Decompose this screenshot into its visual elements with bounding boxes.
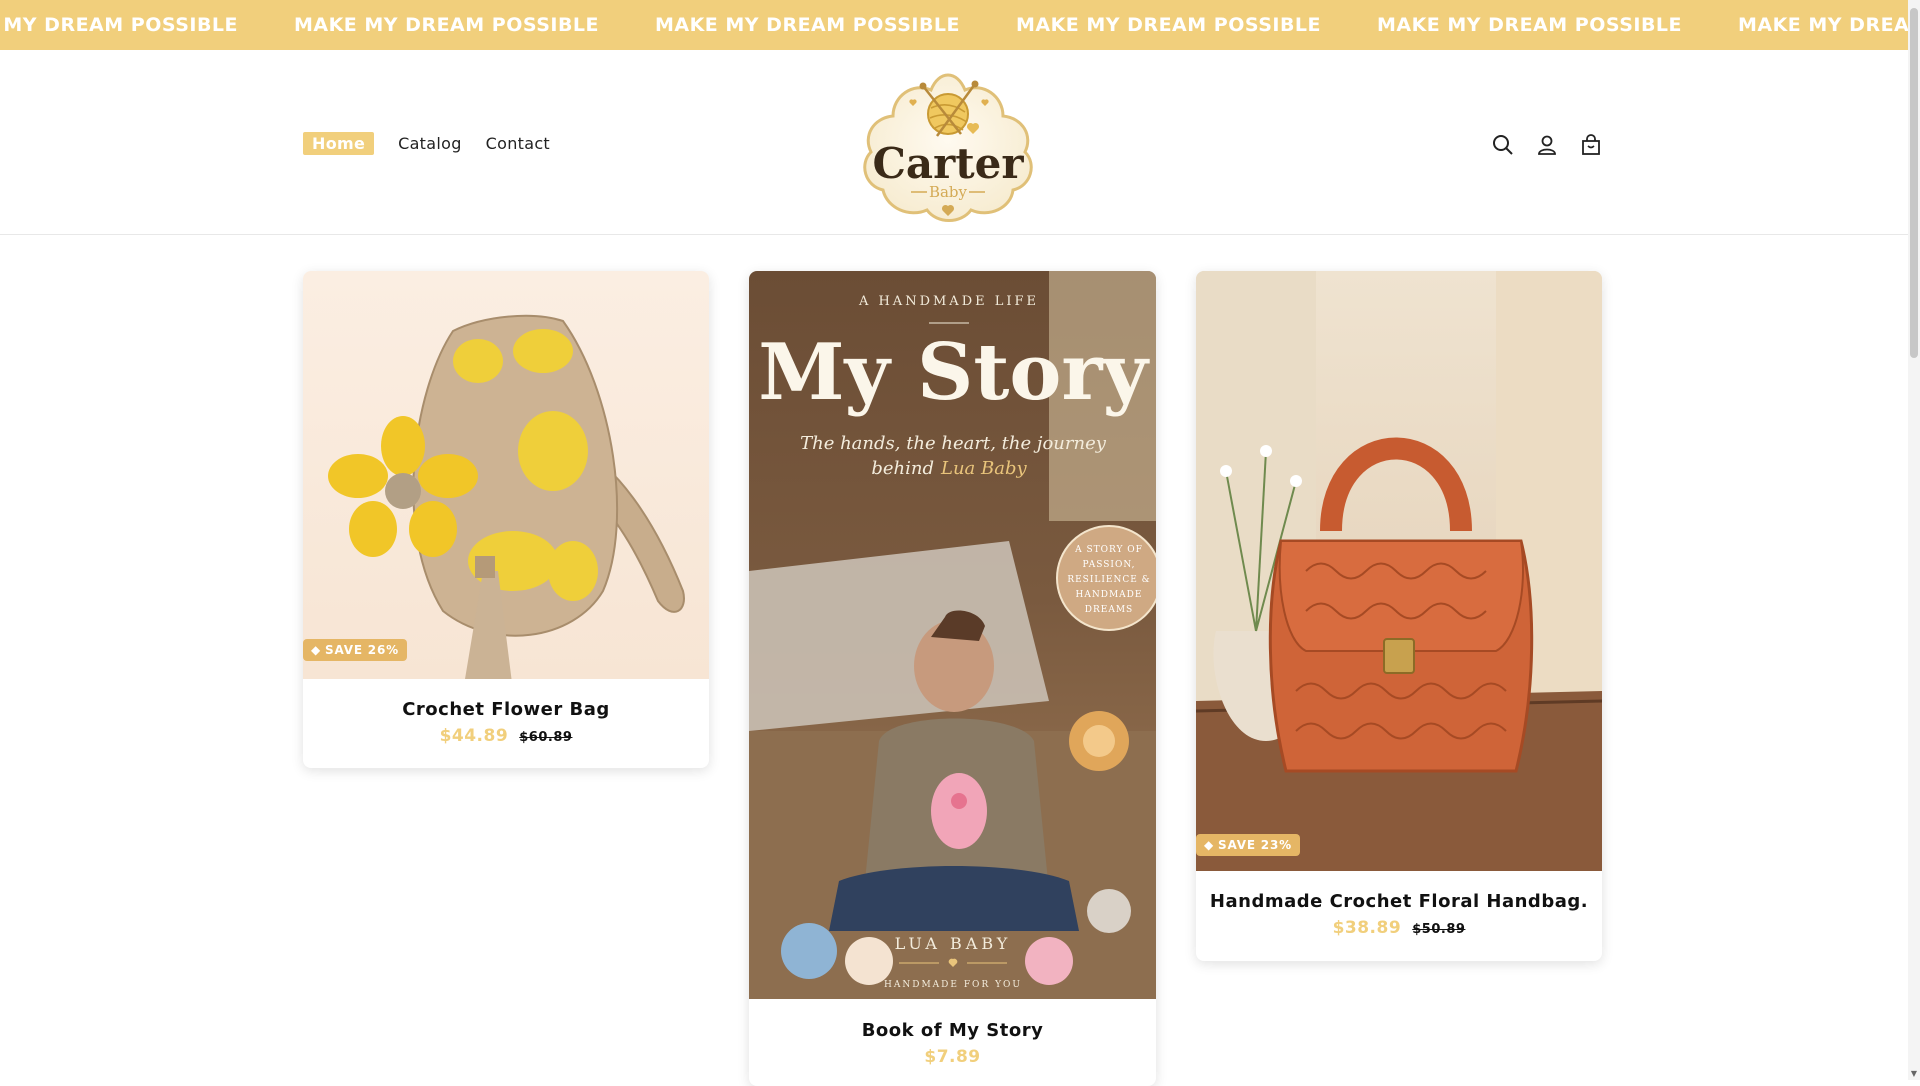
scrollbar-thumb[interactable] [1910, 8, 1918, 358]
nav-catalog[interactable]: Catalog [398, 134, 462, 153]
product-info: Handmade Crochet Floral Handbag. $38.89 … [1196, 891, 1602, 938]
product-image[interactable] [1196, 271, 1602, 871]
svg-text:HANDMADE: HANDMADE [1076, 590, 1143, 600]
site-header: Home Catalog Contact Carter Baby [0, 50, 1908, 235]
book-subtitle-name: Lua Baby [940, 458, 1027, 479]
product-card[interactable]: A HANDMADE LIFE My Story The hands, the … [749, 271, 1156, 1086]
account-icon[interactable] [1534, 132, 1560, 158]
svg-text:RESILIENCE &: RESILIENCE & [1067, 575, 1150, 585]
product-image[interactable] [303, 271, 709, 679]
badge-label: SAVE 23% [1218, 838, 1292, 852]
book-overline: A HANDMADE LIFE [858, 294, 1039, 309]
cart-icon[interactable] [1578, 132, 1604, 158]
sale-price: $7.89 [924, 1047, 981, 1067]
scroll-down-icon[interactable]: ▼ [1910, 1070, 1918, 1078]
product-title[interactable]: Handmade Crochet Floral Handbag. [1196, 891, 1602, 912]
product-info: Crochet Flower Bag $44.89 $60.89 [303, 699, 709, 746]
compare-price: $60.89 [519, 730, 573, 745]
nav-home[interactable]: Home [303, 132, 375, 155]
product-info: Book of My Story $7.89 [749, 1020, 1156, 1067]
book-author: LUA BABY [895, 934, 1012, 953]
announcement-text: MAKE MY DREAM POSSIBLE [1376, 14, 1683, 36]
logo-text: Carter [872, 139, 1024, 188]
search-icon[interactable] [1490, 132, 1516, 158]
announcement-text: MAKE MY DREAM POSSIBLE [0, 14, 239, 36]
product-card[interactable]: ◆ SAVE 26% Crochet Flower Bag $44.89 $60… [303, 271, 709, 768]
sale-price: $38.89 [1332, 918, 1402, 938]
book-title: My Story [758, 327, 1150, 418]
svg-text:PASSION,: PASSION, [1083, 560, 1136, 570]
sale-price: $44.89 [439, 726, 509, 746]
price-row: $7.89 [749, 1047, 1156, 1067]
product-image[interactable]: A HANDMADE LIFE My Story The hands, the … [749, 271, 1156, 999]
price-row: $44.89 $60.89 [303, 726, 709, 746]
compare-price: $50.89 [1412, 922, 1466, 937]
brand-logo[interactable]: Carter Baby [853, 56, 1043, 228]
book-subtitle-2: behind [871, 458, 934, 479]
main-nav: Home Catalog Contact [303, 132, 550, 155]
logo-subtext: Baby [929, 183, 968, 201]
discount-badge: ◆ SAVE 26% [303, 639, 407, 661]
badge-label: SAVE 26% [325, 643, 399, 657]
page-scrollbar[interactable]: ▼ [1908, 0, 1920, 1080]
product-title[interactable]: Crochet Flower Bag [303, 699, 709, 720]
svg-text:DREAMS: DREAMS [1085, 605, 1133, 615]
header-actions [1490, 132, 1604, 158]
price-row: $38.89 $50.89 [1196, 918, 1602, 938]
announcement-text: MAKE MY DREAM POSSIBLE [1737, 14, 1920, 36]
book-subtitle: The hands, the heart, the journey [800, 433, 1107, 454]
tag-icon: ◆ [311, 643, 322, 657]
book-footer: HANDMADE FOR YOU [884, 980, 1022, 990]
announcement-text: MAKE MY DREAM POSSIBLE [654, 14, 961, 36]
tag-icon: ◆ [1204, 838, 1215, 852]
discount-badge: ◆ SAVE 23% [1196, 834, 1300, 856]
product-title[interactable]: Book of My Story [749, 1020, 1156, 1041]
announcement-track: MAKE MY DREAM POSSIBLE MAKE MY DREAM POS… [0, 0, 1920, 50]
svg-text:A STORY OF: A STORY OF [1074, 545, 1143, 555]
announcement-bar: MAKE MY DREAM POSSIBLE MAKE MY DREAM POS… [0, 0, 1920, 50]
product-card[interactable]: ◆ SAVE 23% Handmade Crochet Floral Handb… [1196, 271, 1602, 961]
announcement-text: MAKE MY DREAM POSSIBLE [1015, 14, 1322, 36]
nav-contact[interactable]: Contact [486, 134, 550, 153]
announcement-text: MAKE MY DREAM POSSIBLE [293, 14, 600, 36]
